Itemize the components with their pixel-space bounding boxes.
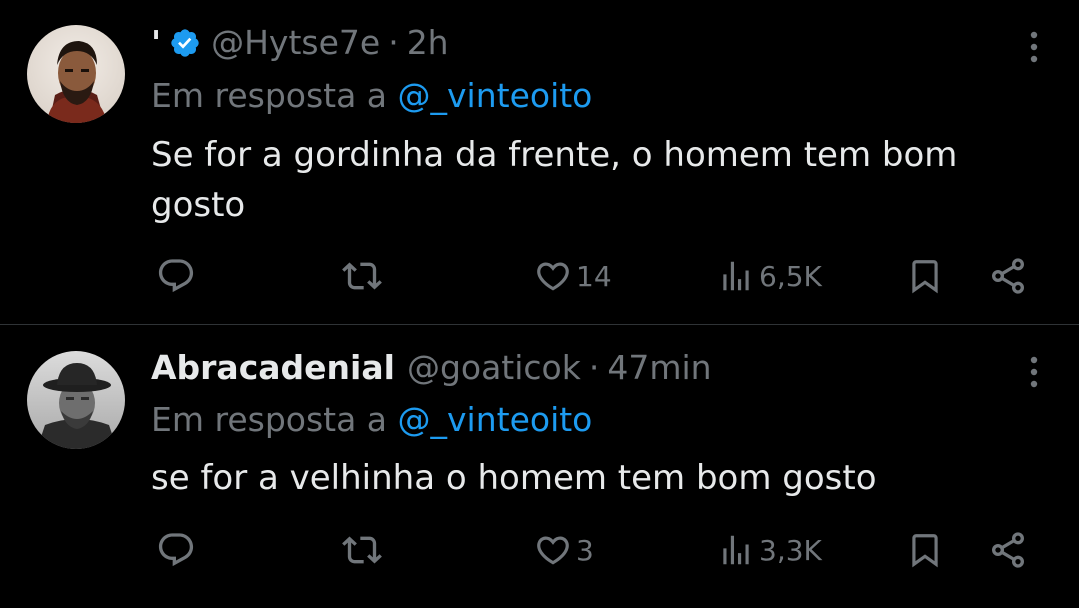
bookmark-icon	[906, 256, 944, 296]
reply-icon	[156, 530, 196, 570]
repost-button[interactable]	[342, 528, 382, 572]
tweet[interactable]: Abracadenial @goaticok · 47min Em respos…	[0, 325, 1079, 608]
timestamp[interactable]: 2h	[407, 22, 449, 64]
tweet-header: Abracadenial @goaticok · 47min	[151, 347, 712, 389]
separator-dot: ·	[588, 348, 600, 387]
like-count: 3	[576, 533, 594, 567]
bookmark-button[interactable]	[906, 528, 944, 572]
separator-dot: ·	[388, 23, 399, 62]
tweet-text: se for a velhinha o homem tem bom gosto	[151, 458, 877, 498]
views-count: 6,5K	[759, 259, 822, 293]
views-icon	[717, 531, 755, 569]
reply-button[interactable]	[156, 528, 196, 572]
tweet-actions: 3 3,3K	[0, 528, 1079, 572]
tweet-header: ' @Hytse7e · 2h	[151, 22, 449, 64]
views-count: 3,3K	[759, 533, 822, 567]
reply-context: Em resposta a @_vinteoito	[151, 399, 592, 441]
reply-mention-link[interactable]: @_vinteoito	[398, 76, 593, 115]
share-button[interactable]	[988, 254, 1028, 298]
reply-context: Em resposta a @_vinteoito	[151, 75, 592, 117]
like-button[interactable]: 3	[534, 528, 594, 572]
avatar[interactable]	[27, 25, 125, 123]
display-name[interactable]: Abracadenial	[151, 347, 395, 389]
user-handle[interactable]: @goaticok	[407, 347, 581, 389]
share-button[interactable]	[988, 528, 1028, 572]
share-icon	[988, 256, 1028, 296]
tweet-text: Se for a gordinha da frente, o homem tem…	[151, 135, 958, 225]
user-handle[interactable]: @Hytse7e	[211, 22, 380, 64]
reply-button[interactable]	[156, 254, 196, 298]
repost-icon	[342, 530, 382, 570]
repost-icon	[342, 256, 382, 296]
timestamp[interactable]: 47min	[607, 347, 711, 389]
reply-prefix: Em resposta a	[151, 76, 388, 115]
tweet[interactable]: ' @Hytse7e · 2h Em resposta a @_vinteoit…	[0, 0, 1079, 324]
like-icon	[534, 257, 572, 295]
reply-prefix: Em resposta a	[151, 400, 388, 439]
like-icon	[534, 531, 572, 569]
like-button[interactable]: 14	[534, 254, 612, 298]
bookmark-icon	[906, 530, 944, 570]
views-button[interactable]: 6,5K	[717, 254, 822, 298]
views-icon	[717, 257, 755, 295]
reply-icon	[156, 256, 196, 296]
more-options-icon[interactable]	[1029, 355, 1039, 389]
tweet-actions: 14 6,5K	[0, 254, 1079, 298]
share-icon	[988, 530, 1028, 570]
views-button[interactable]: 3,3K	[717, 528, 822, 572]
like-count: 14	[576, 259, 612, 293]
reply-mention-link[interactable]: @_vinteoito	[398, 400, 593, 439]
more-options-icon[interactable]	[1029, 30, 1039, 64]
display-name[interactable]: '	[151, 22, 161, 64]
avatar[interactable]	[27, 351, 125, 449]
bookmark-button[interactable]	[906, 254, 944, 298]
verified-badge-icon[interactable]	[169, 27, 201, 59]
repost-button[interactable]	[342, 254, 382, 298]
